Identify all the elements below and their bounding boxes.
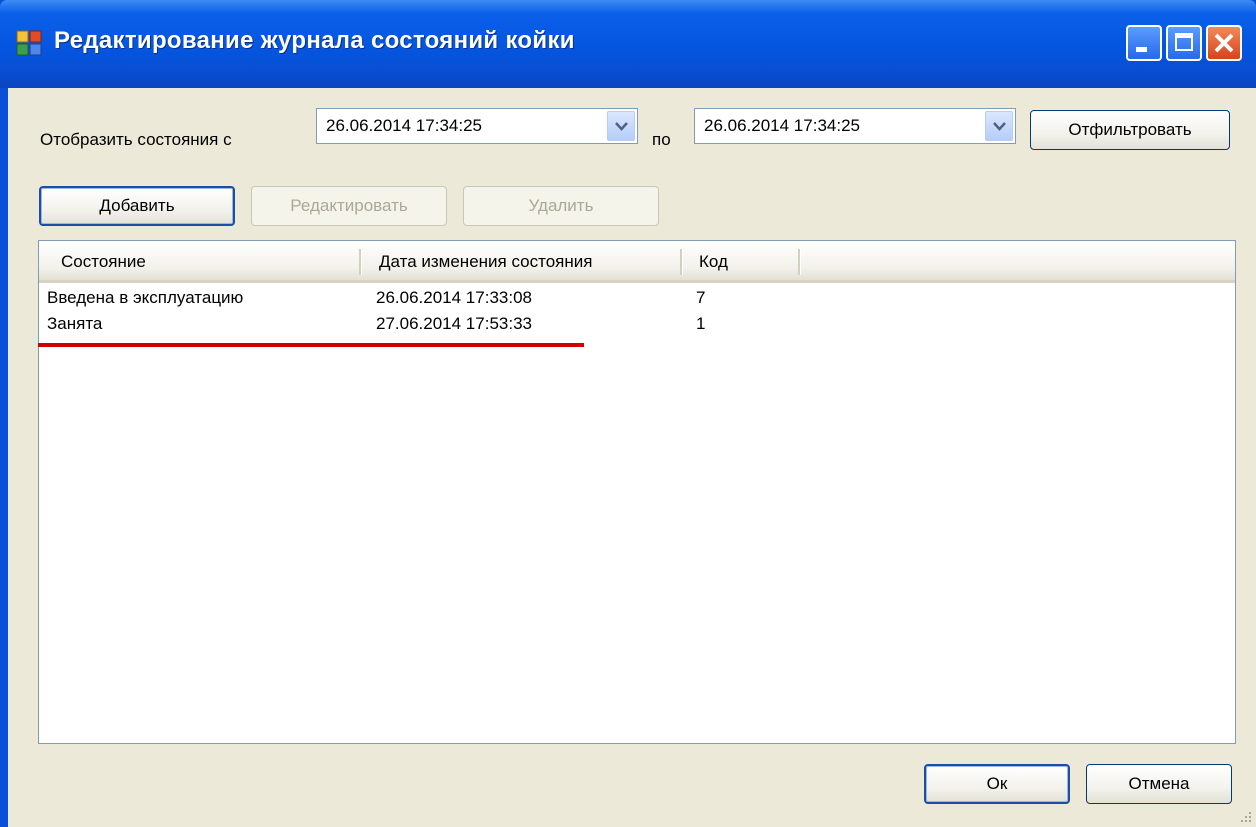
- cancel-button[interactable]: Отмена: [1086, 764, 1232, 804]
- cell-code: 1: [696, 314, 706, 333]
- date-from-value: 26.06.2014 17:34:25: [326, 116, 482, 135]
- dialog-window: Редактирование журнала состояний койки О…: [0, 0, 1256, 827]
- close-icon[interactable]: [1206, 25, 1242, 61]
- minimize-icon[interactable]: [1126, 25, 1162, 61]
- ok-button[interactable]: Ок: [924, 764, 1070, 804]
- column-divider[interactable]: [798, 249, 801, 275]
- annotation-underline: [38, 343, 584, 347]
- filter-button[interactable]: Отфильтровать: [1030, 110, 1230, 150]
- cell-date: 27.06.2014 17:53:33: [376, 314, 532, 333]
- date-to-value: 26.06.2014 17:34:25: [704, 116, 860, 135]
- cell-state: Введена в эксплуатацию: [47, 288, 244, 307]
- maximize-icon[interactable]: [1166, 25, 1202, 61]
- chevron-down-icon[interactable]: [985, 111, 1013, 141]
- date-to-picker[interactable]: 26.06.2014 17:34:25: [694, 108, 1016, 144]
- cell-code: 7: [696, 288, 706, 307]
- state-log-table[interactable]: Состояние Дата изменения состояния Код В…: [38, 240, 1236, 744]
- column-header-date[interactable]: Дата изменения состояния: [362, 241, 682, 280]
- table-row[interactable]: Введена в эксплуатацию 26.06.2014 17:33:…: [39, 287, 1235, 313]
- cell-state: Занята: [47, 314, 103, 333]
- column-header-code[interactable]: Код: [683, 241, 799, 280]
- add-button[interactable]: Добавить: [39, 186, 235, 226]
- edit-button[interactable]: Редактировать: [251, 186, 447, 226]
- filter-to-label: по: [652, 130, 671, 149]
- filter-from-label: Отобразить состояния с: [40, 130, 232, 149]
- title-bar[interactable]: Редактирование журнала состояний койки: [0, 0, 1256, 88]
- window-title: Редактирование журнала состояний койки: [54, 27, 575, 54]
- dialog-client-area: Отобразить состояния с 26.06.2014 17:34:…: [8, 88, 1256, 827]
- chevron-down-icon[interactable]: [607, 111, 635, 141]
- delete-button[interactable]: Удалить: [463, 186, 659, 226]
- table-header: Состояние Дата изменения состояния Код: [39, 241, 1235, 283]
- table-row[interactable]: Занята 27.06.2014 17:53:33 1: [39, 313, 1235, 339]
- window-app-icon: [16, 30, 42, 56]
- column-header-state[interactable]: Состояние: [39, 241, 361, 280]
- resize-grip-icon[interactable]: [1238, 809, 1252, 823]
- date-from-picker[interactable]: 26.06.2014 17:34:25: [316, 108, 638, 144]
- cell-date: 26.06.2014 17:33:08: [376, 288, 532, 307]
